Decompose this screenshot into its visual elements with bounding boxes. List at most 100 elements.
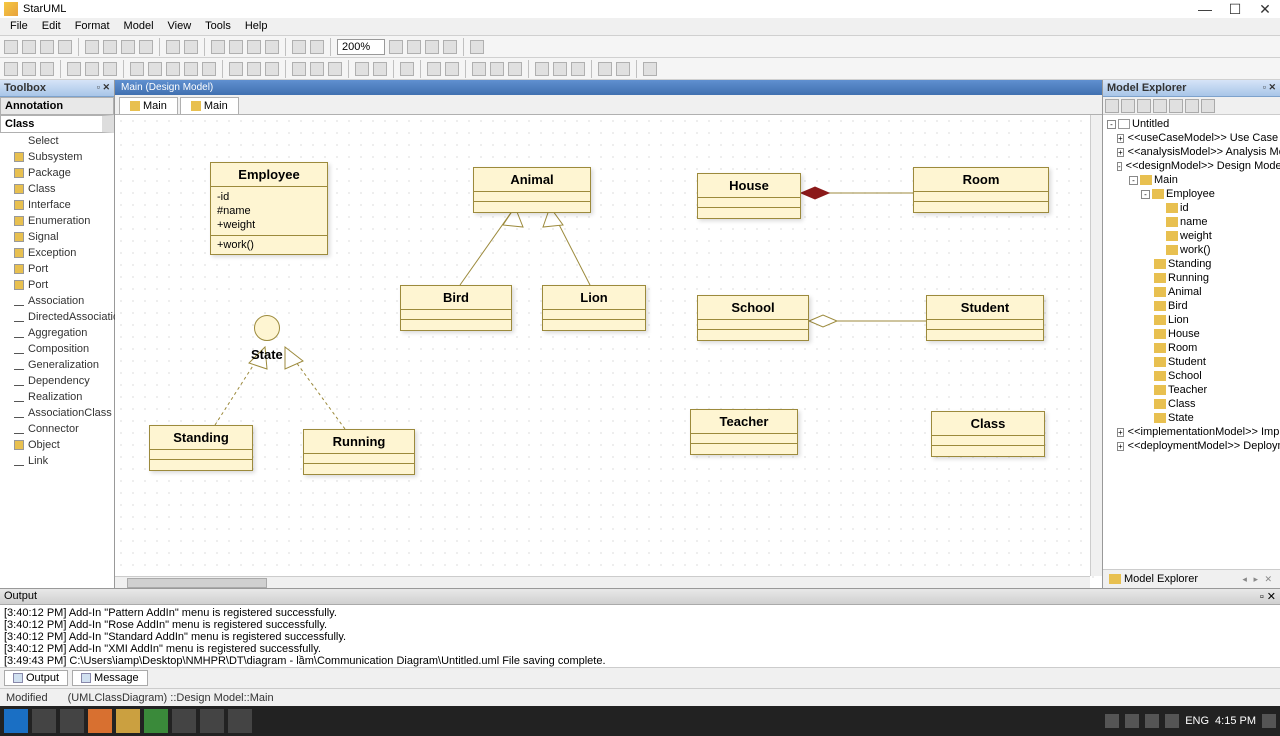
fmt-h[interactable] [202, 62, 216, 76]
tool-dependency[interactable]: Dependency [0, 373, 114, 389]
tool-port[interactable]: Port [0, 261, 114, 277]
tree-student[interactable]: Student [1105, 355, 1278, 369]
zoom-fit-button[interactable] [425, 40, 439, 54]
fmt-font[interactable] [67, 62, 81, 76]
tb-d[interactable] [292, 40, 306, 54]
zoom-combo[interactable]: 200% [337, 39, 385, 55]
exp-btn-f[interactable] [1185, 99, 1199, 113]
tree-bird[interactable]: Bird [1105, 299, 1278, 313]
redo-button[interactable] [184, 40, 198, 54]
ly-j[interactable] [616, 62, 630, 76]
tool-class[interactable]: Class [0, 181, 114, 197]
exp-btn-c[interactable] [1137, 99, 1151, 113]
new-button[interactable] [4, 40, 18, 54]
class-employee[interactable]: Employee-id#name+weight+work() [210, 162, 328, 255]
fmt-c[interactable] [40, 62, 54, 76]
cut-button[interactable] [85, 40, 99, 54]
fmt-fill[interactable] [103, 62, 117, 76]
tree-room[interactable]: Room [1105, 341, 1278, 355]
paste-button[interactable] [121, 40, 135, 54]
app-4[interactable] [172, 709, 196, 733]
taskview-button[interactable] [60, 709, 84, 733]
tree-lion[interactable]: Lion [1105, 313, 1278, 327]
class-class[interactable]: Class [931, 411, 1045, 457]
toolbox-section-class[interactable]: Class [0, 115, 114, 133]
tree-teacher[interactable]: Teacher [1105, 383, 1278, 397]
aln-a[interactable] [229, 62, 243, 76]
tool-interface[interactable]: Interface [0, 197, 114, 213]
tb-b[interactable] [247, 40, 261, 54]
explorer-pin-icon[interactable]: ▫ ✕ [1263, 82, 1276, 94]
ly-f[interactable] [535, 62, 549, 76]
diagram-canvas[interactable]: Employee-id#name+weight+work()AnimalBird… [115, 115, 1102, 588]
aln-g[interactable] [355, 62, 369, 76]
toolbox-pin-icon[interactable]: ▫ ✕ [97, 82, 110, 94]
interface-state[interactable]: State [251, 315, 283, 362]
exp-btn-d[interactable] [1153, 99, 1167, 113]
tb-a[interactable] [229, 40, 243, 54]
tree-animal[interactable]: Animal [1105, 285, 1278, 299]
explorer-tree[interactable]: -Untitled+<<useCaseModel>> Use Case Mode… [1103, 115, 1280, 569]
toolbox-section-annotation[interactable]: Annotation [0, 97, 114, 115]
maximize-button[interactable]: ☐ [1220, 1, 1250, 18]
tool-directedassociation[interactable]: DirectedAssociation [0, 309, 114, 325]
tab-main-2[interactable]: Main [180, 97, 239, 114]
fmt-g[interactable] [184, 62, 198, 76]
menu-file[interactable]: File [4, 18, 34, 35]
explorer-bottom-tab[interactable]: Model Explorer ◂ ▸ ✕ [1103, 569, 1280, 588]
ly-b[interactable] [445, 62, 459, 76]
class-school[interactable]: School [697, 295, 809, 341]
tree-emp-id[interactable]: id [1105, 201, 1278, 215]
app-1[interactable] [88, 709, 112, 733]
tray-bat-icon[interactable] [1165, 714, 1179, 728]
canvas-hscroll[interactable] [115, 576, 1090, 588]
tree-design[interactable]: -<<designModel>> Design Model [1105, 159, 1278, 173]
search-button[interactable] [32, 709, 56, 733]
tray-time[interactable]: 4:15 PM [1215, 715, 1256, 727]
explorer-tab-nav[interactable]: ◂ ▸ ✕ [1242, 574, 1274, 585]
output-tab-output[interactable]: Output [4, 670, 68, 686]
aln-d[interactable] [292, 62, 306, 76]
class-animal[interactable]: Animal [473, 167, 591, 213]
open-button[interactable] [22, 40, 36, 54]
tree-emp-weight[interactable]: weight [1105, 229, 1278, 243]
find-button[interactable] [211, 40, 225, 54]
fmt-f[interactable] [166, 62, 180, 76]
aln-e[interactable] [310, 62, 324, 76]
ly-d[interactable] [490, 62, 504, 76]
class-house[interactable]: House [697, 173, 801, 219]
tree-analysis[interactable]: +<<analysisModel>> Analysis Model [1105, 145, 1278, 159]
aln-i[interactable] [400, 62, 414, 76]
canvas-vscroll[interactable] [1090, 115, 1102, 576]
app-2[interactable] [116, 709, 140, 733]
start-button[interactable] [4, 709, 28, 733]
tree-running[interactable]: Running [1105, 271, 1278, 285]
tool-associationclass[interactable]: AssociationClass [0, 405, 114, 421]
ly-g[interactable] [553, 62, 567, 76]
output-tab-message[interactable]: Message [72, 670, 148, 686]
ly-e[interactable] [508, 62, 522, 76]
tree-emp-work[interactable]: work() [1105, 243, 1278, 257]
tool-link[interactable]: Link [0, 453, 114, 469]
zoom-out-button[interactable] [389, 40, 403, 54]
copy-button[interactable] [103, 40, 117, 54]
tree-state[interactable]: State [1105, 411, 1278, 425]
tree-class[interactable]: Class [1105, 397, 1278, 411]
tree-employee[interactable]: -Employee [1105, 187, 1278, 201]
tree-standing[interactable]: Standing [1105, 257, 1278, 271]
tab-main-1[interactable]: Main [119, 97, 178, 114]
tree-school[interactable]: School [1105, 369, 1278, 383]
tb-e[interactable] [310, 40, 324, 54]
zoom-in-button[interactable] [407, 40, 421, 54]
tool-package[interactable]: Package [0, 165, 114, 181]
output-body[interactable]: [3:40:12 PM] Add-In "Pattern AddIn" menu… [0, 605, 1280, 667]
exp-btn-b[interactable] [1121, 99, 1135, 113]
class-student[interactable]: Student [926, 295, 1044, 341]
fmt-a[interactable] [4, 62, 18, 76]
menu-format[interactable]: Format [69, 18, 116, 35]
aln-f[interactable] [328, 62, 342, 76]
tool-exception[interactable]: Exception [0, 245, 114, 261]
aln-h[interactable] [373, 62, 387, 76]
class-lion[interactable]: Lion [542, 285, 646, 331]
tool-object[interactable]: Object [0, 437, 114, 453]
